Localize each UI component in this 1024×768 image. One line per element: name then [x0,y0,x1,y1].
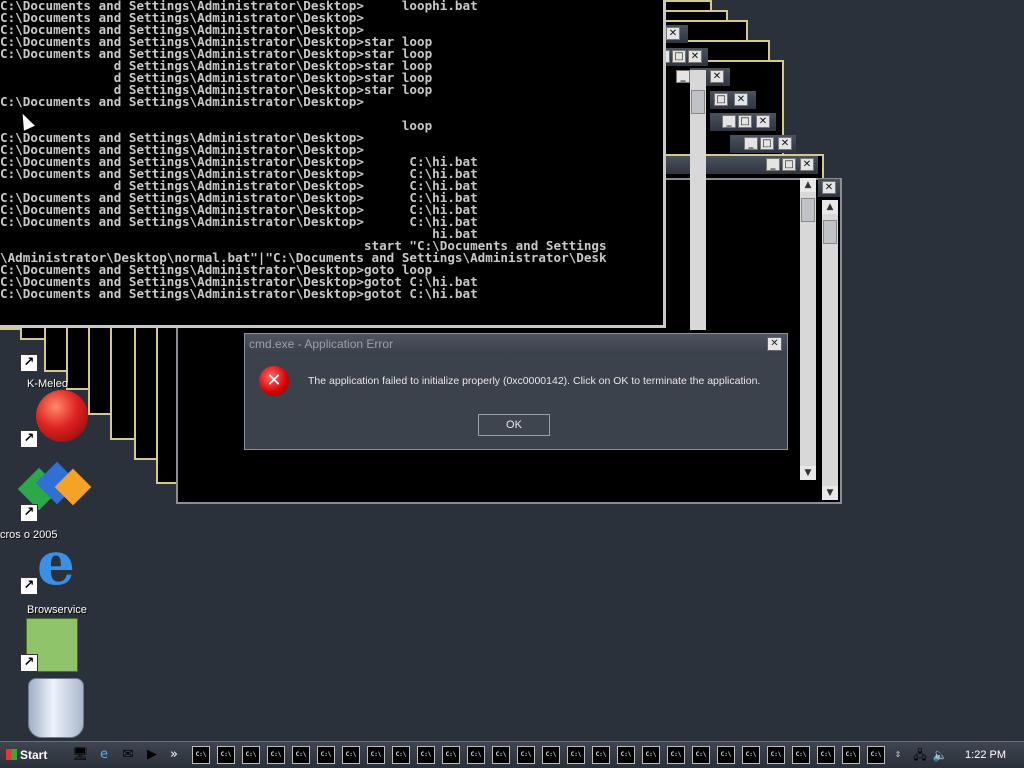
minimize-icon[interactable]: _ [744,137,758,150]
internet-explorer-icon[interactable]: e [96,747,112,763]
taskbar-cmd-task-button[interactable]: C:\ [292,746,310,764]
close-icon[interactable]: ✕ [778,137,792,150]
tray-scroll-arrows-icon[interactable]: ⇕ [890,747,906,763]
minimize-icon[interactable]: _ [676,70,690,83]
taskbar-cmd-task-button[interactable]: C:\ [417,746,435,764]
start-button[interactable]: Start [2,745,58,765]
desktop-icon-red-ball[interactable]: ↗ [20,388,90,448]
dialog-message: The application failed to initialize pro… [308,375,761,387]
scroll-up-arrow[interactable]: ▲ [822,200,838,214]
cmd-window-titlebar[interactable]: _ □ ✕ [730,135,796,153]
taskbar-cmd-task-button[interactable]: C:\ [767,746,785,764]
desktop-icon-browservice[interactable]: e ↗ [20,534,90,595]
shortcut-arrow-icon: ↗ [20,430,38,448]
network-tray-icon[interactable]: 🖧 [912,747,928,763]
maximize-icon[interactable]: □ [672,50,686,63]
close-icon[interactable]: ✕ [822,181,836,194]
taskbar-cmd-task-button[interactable]: C:\ [442,746,460,764]
taskbar-clock[interactable]: 1:22 PM [965,745,1006,765]
taskbar-cmd-task-button[interactable]: C:\ [267,746,285,764]
taskbar-cmd-task-button[interactable]: C:\ [367,746,385,764]
maximize-icon[interactable]: □ [760,137,774,150]
taskbar-cmd-task-button[interactable]: C:\ [667,746,685,764]
maximize-icon[interactable]: □ [782,158,796,171]
close-icon[interactable]: ✕ [734,93,748,106]
taskbar-cmd-task-button[interactable]: C:\ [467,746,485,764]
console-window[interactable]: C:\Documents and Settings\Administrator\… [0,0,666,328]
taskbar-cmd-task-button[interactable]: C:\ [192,746,210,764]
close-icon[interactable]: ✕ [756,115,770,128]
dialog-title: cmd.exe - Application Error [245,334,787,354]
taskbar-cmd-task-button[interactable]: C:\ [542,746,560,764]
taskbar-cmd-task-button[interactable]: C:\ [742,746,760,764]
media-player-icon[interactable]: ▶ [144,747,160,763]
quicklaunch-more-icon[interactable]: » [166,747,182,763]
close-icon[interactable]: ✕ [710,70,724,83]
taskbar-cmd-task-button[interactable]: C:\ [242,746,260,764]
shortcut-arrow-icon: ↗ [20,504,38,522]
close-icon[interactable]: ✕ [800,158,814,171]
scrollbar-thumb[interactable] [823,220,837,244]
taskbar-cmd-task-button[interactable]: C:\ [517,746,535,764]
taskbar-cmd-task-button[interactable]: C:\ [717,746,735,764]
volume-tray-icon[interactable]: 🔈 [932,747,948,763]
taskbar-cmd-task-button[interactable]: C:\ [792,746,810,764]
ok-button[interactable]: OK [478,414,550,436]
taskbar: Start 🖥 e ✉ ▶ » C:\ C:\ C:\ C:\ C:\ C:\ C:\ C:\… [0,741,1024,768]
vertical-scrollbar[interactable] [690,70,706,330]
minimize-icon[interactable]: _ [722,115,736,128]
scroll-up-arrow[interactable]: ▲ [800,178,816,192]
taskbar-cmd-task-button[interactable]: C:\ [567,746,585,764]
desktop-icon-k-meleo[interactable]: ↗ [20,350,90,372]
scroll-down-arrow[interactable]: ▼ [800,466,816,480]
close-icon[interactable]: ✕ [666,27,680,40]
maximize-icon[interactable]: □ [738,115,752,128]
red-ball-icon [36,390,88,442]
taskbar-cmd-task-button[interactable]: C:\ [392,746,410,764]
shortcut-arrow-icon: ↗ [20,577,38,595]
taskbar-cmd-task-button[interactable]: C:\ [592,746,610,764]
taskbar-cmd-task-button[interactable]: C:\ [867,746,885,764]
windows-logo-icon [6,749,17,760]
recycle-bin-icon [28,678,84,738]
minimize-icon[interactable]: _ [766,158,780,171]
cmd-window-titlebar[interactable]: _ □ ✕ [648,156,818,174]
desktop-icon-visual-studio[interactable]: ↗ [17,461,92,522]
close-icon[interactable]: ✕ [688,50,702,63]
scrollbar-thumb[interactable] [801,198,815,222]
outlook-icon[interactable]: ✉ [120,747,136,763]
vertical-scrollbar[interactable]: ▲ ▼ [800,178,816,480]
start-label: Start [20,748,48,762]
close-icon[interactable]: ✕ [767,337,782,351]
cmd-window-titlebar[interactable]: ✕ [818,179,840,197]
taskbar-cmd-task-button[interactable]: C:\ [342,746,360,764]
taskbar-cmd-task-button[interactable]: C:\ [617,746,635,764]
console-output: C:\Documents and Settings\Administrator\… [0,0,607,301]
desktop-icon-recycle-bin[interactable] [24,676,94,738]
application-error-dialog[interactable]: cmd.exe - Application Error ✕ ✕ The appl… [244,333,788,450]
scroll-down-arrow[interactable]: ▼ [822,486,838,500]
taskbar-cmd-task-button[interactable]: C:\ [817,746,835,764]
cmd-window-titlebar[interactable]: □ ✕ [710,91,756,109]
scrollbar-thumb[interactable] [691,90,705,114]
maximize-icon[interactable]: □ [714,93,728,106]
taskbar-cmd-task-button[interactable]: C:\ [642,746,660,764]
taskbar-cmd-task-button[interactable]: C:\ [492,746,510,764]
taskbar-cmd-task-button[interactable]: C:\ [217,746,235,764]
show-desktop-icon[interactable]: 🖥 [72,747,89,763]
desktop-icon-frog-notepad[interactable]: ↗ [20,612,90,672]
taskbar-cmd-task-button[interactable]: C:\ [692,746,710,764]
shortcut-arrow-icon: ↗ [20,654,38,672]
error-icon: ✕ [259,366,289,396]
taskbar-cmd-task-button[interactable]: C:\ [317,746,335,764]
shortcut-arrow-icon: ↗ [20,354,38,372]
cmd-window-titlebar[interactable]: _ □ ✕ [710,113,776,131]
vertical-scrollbar[interactable]: ▲ ▼ [822,200,838,500]
taskbar-cmd-task-button[interactable]: C:\ [842,746,860,764]
